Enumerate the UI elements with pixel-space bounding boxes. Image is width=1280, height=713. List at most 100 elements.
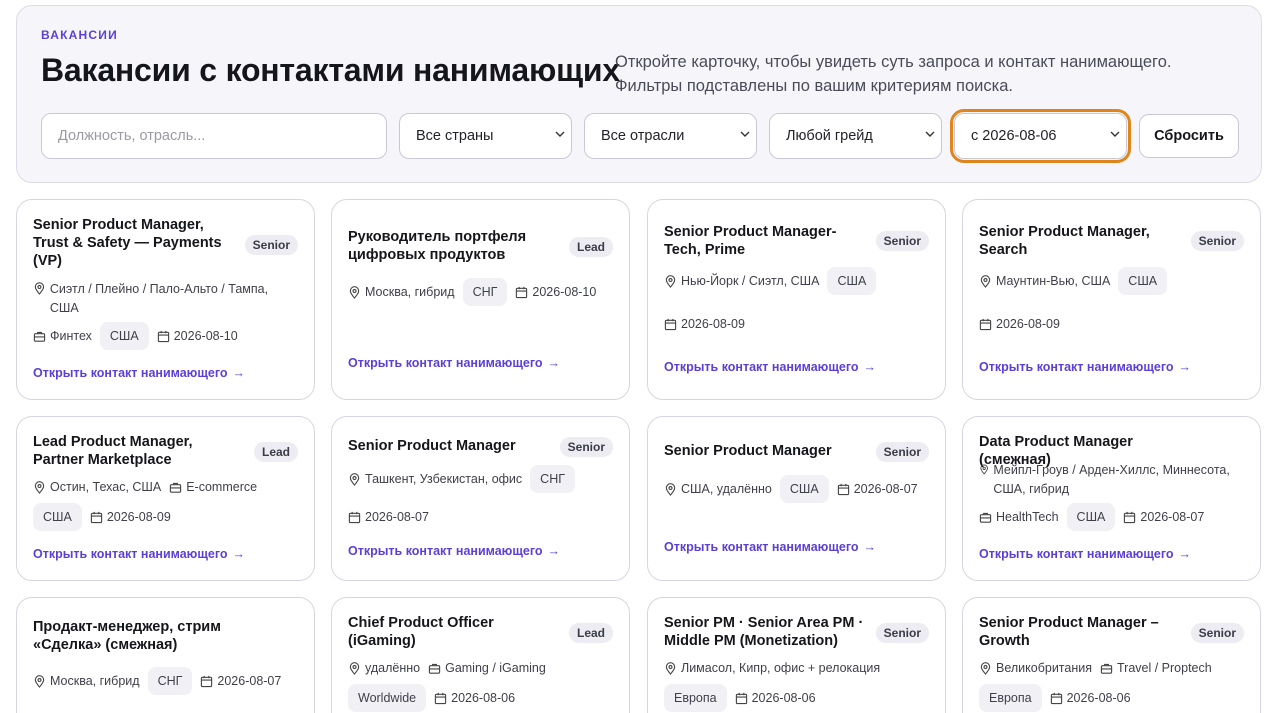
industry-text: E-commerce bbox=[186, 480, 258, 494]
meta-line: Москва, гибрид СНГ 2026-08-10 bbox=[348, 278, 596, 306]
calendar-icon bbox=[1124, 511, 1136, 523]
briefcase-icon bbox=[1100, 663, 1113, 674]
industry: E-commerce bbox=[169, 480, 257, 494]
vacancy-card[interactable]: Lead Product Manager, Partner Marketplac… bbox=[16, 416, 315, 581]
vacancy-card[interactable]: Руководитель портфеля цифровых продуктов… bbox=[331, 199, 630, 400]
meta-line: Остин, Техас, США E-commerce bbox=[33, 473, 257, 501]
posted-date-text: 2026-08-10 bbox=[532, 285, 597, 299]
grade-badge: Senior bbox=[559, 437, 613, 457]
industry: HealthTech bbox=[979, 510, 1059, 524]
meta-line: Ташкент, Узбекистан, офис СНГ bbox=[348, 465, 575, 493]
vacancy-card[interactable]: Senior Product Manager Senior Ташкент, Узб… bbox=[331, 416, 630, 581]
meta-line: 2026-08-09 bbox=[979, 310, 1060, 338]
arrow-right-icon: → bbox=[232, 366, 246, 380]
open-contact-link[interactable]: Открыть контакт нанимающего → bbox=[979, 547, 1191, 561]
region-chip: Европа bbox=[664, 684, 727, 712]
industry-text: Travel / Proptech bbox=[1117, 661, 1212, 675]
industry-text: HealthTech bbox=[996, 510, 1059, 524]
country-select[interactable]: Все страны bbox=[399, 113, 572, 159]
briefcase-icon bbox=[170, 482, 182, 493]
arrow-right-icon: → bbox=[547, 356, 561, 370]
industry-text: Gaming / iGaming bbox=[445, 661, 546, 675]
location: Мейпл-Гроув / Арден-Хиллс, Миннесота, СШ… bbox=[979, 463, 1244, 499]
posted-date: 2026-08-06 bbox=[1050, 691, 1131, 705]
location-text: Великобритания bbox=[996, 661, 1092, 675]
region-chip: СНГ bbox=[462, 278, 508, 306]
open-contact-link[interactable]: Открыть контакт нанимающего → bbox=[664, 360, 876, 374]
location-text: Маунтин-Вью, США bbox=[996, 274, 1111, 288]
briefcase-icon bbox=[979, 512, 992, 523]
vacancy-card[interactable]: Продакт-менеджер, стрим «Сделка» (смежна… bbox=[16, 597, 315, 713]
country-select-value: Все страны bbox=[416, 128, 494, 144]
reset-button[interactable]: Сбросить bbox=[1139, 114, 1239, 158]
meta-line: Великобритания Travel / Proptech bbox=[979, 654, 1212, 682]
vacancy-title: Lead Product Manager, Partner Marketplac… bbox=[33, 434, 193, 468]
calendar-icon bbox=[434, 692, 447, 704]
vacancy-title: Chief Product Officer (iGaming) bbox=[348, 615, 494, 649]
posted-date-text: 2026-08-09 bbox=[106, 510, 171, 524]
location: США, удалённо bbox=[664, 482, 772, 496]
vacancy-card[interactable]: Senior Product Manager – Growth Senior Вел… bbox=[962, 597, 1261, 713]
grade-badge: Senior bbox=[1190, 623, 1244, 643]
vacancy-title: Руководитель портфеля цифровых продуктов bbox=[348, 229, 527, 263]
posted-date-text: 2026-08-07 bbox=[217, 674, 282, 688]
open-contact-link-text: Открыть контакт нанимающего bbox=[979, 360, 1174, 374]
location-text: удалённо bbox=[365, 661, 421, 675]
industry: Travel / Proptech bbox=[1100, 661, 1212, 675]
region-chip: США bbox=[779, 475, 829, 503]
open-contact-link[interactable]: Открыть контакт нанимающего → bbox=[348, 356, 560, 370]
open-contact-link[interactable]: Открыть контакт нанимающего → bbox=[33, 547, 245, 561]
vacancy-card[interactable]: Senior Product Manager-Tech, Prime Senior… bbox=[647, 199, 946, 400]
open-contact-link-text: Открыть контакт нанимающего bbox=[664, 540, 859, 554]
chevron-down-icon bbox=[740, 131, 750, 137]
meta-line: Европа 2026-08-06 bbox=[979, 684, 1131, 712]
location: Сиэтл / Плейно / Пало-Альто / Тампа, США bbox=[33, 282, 298, 318]
open-contact-link-text: Открыть контакт нанимающего bbox=[348, 356, 543, 370]
grade-badge: Lead bbox=[253, 442, 298, 462]
calendar-icon bbox=[1050, 692, 1062, 704]
region-chip: Европа bbox=[979, 684, 1042, 712]
posted-date-text: 2026-08-10 bbox=[173, 329, 238, 343]
grade-select-value: Любой грейд bbox=[786, 128, 873, 144]
vacancy-card[interactable]: Senior Product Manager Senior США, удалённ… bbox=[647, 416, 946, 581]
search-placeholder: Должность, отрасль... bbox=[58, 128, 206, 144]
vacancy-card[interactable]: Senior PM · Senior Area PM · Middle PM (… bbox=[647, 597, 946, 713]
industry-text: Финтех bbox=[50, 329, 92, 343]
vacancy-title: Senior Product Manager, Search bbox=[979, 224, 1150, 258]
location-text: Ташкент, Узбекистан, офис bbox=[365, 472, 523, 486]
vacancy-card[interactable]: Senior Product Manager, Search Senior Маун… bbox=[962, 199, 1261, 400]
meta-line: США 2026-08-09 bbox=[33, 503, 171, 531]
region-chip: СНГ bbox=[147, 667, 193, 695]
posted-date: 2026-08-09 bbox=[979, 317, 1060, 331]
location-pin-icon bbox=[34, 282, 45, 295]
open-contact-link[interactable]: Открыть контакт нанимающего → bbox=[33, 366, 245, 380]
industry-select[interactable]: Все отрасли bbox=[584, 113, 757, 159]
search-input[interactable]: Должность, отрасль... bbox=[41, 113, 387, 159]
open-contact-link-text: Открыть контакт нанимающего bbox=[33, 366, 228, 380]
grade-select[interactable]: Любой грейд bbox=[769, 113, 942, 159]
region-chip: США bbox=[1066, 503, 1116, 531]
location-pin-icon bbox=[980, 661, 991, 675]
date-select[interactable]: с 2026-08-06 bbox=[950, 109, 1131, 163]
open-contact-link[interactable]: Открыть контакт нанимающего → bbox=[979, 360, 1191, 374]
grade-badge: Senior bbox=[875, 442, 929, 462]
location-pin-icon bbox=[980, 274, 991, 288]
vacancy-card[interactable]: Data Product Manager (смежная) Мейпл-Гроу… bbox=[962, 416, 1261, 581]
posted-date-text: 2026-08-07 bbox=[365, 510, 429, 524]
open-contact-link[interactable]: Открыть контакт нанимающего → bbox=[664, 540, 876, 554]
grade-badge: Lead bbox=[568, 623, 613, 643]
posted-date: 2026-08-07 bbox=[837, 482, 918, 496]
meta-line: 2026-08-09 bbox=[664, 310, 745, 338]
open-contact-link[interactable]: Открыть контакт нанимающего → bbox=[348, 544, 560, 558]
vacancy-card[interactable]: Senior Product Manager, Trust & Safety —… bbox=[16, 199, 315, 400]
vacancy-card[interactable]: Chief Product Officer (iGaming) Lead удалё… bbox=[331, 597, 630, 713]
date-select-value: с 2026-08-06 bbox=[971, 128, 1057, 144]
location-pin-icon bbox=[665, 661, 676, 675]
open-contact-link-text: Открыть контакт нанимающего bbox=[33, 547, 228, 561]
posted-date-text: 2026-08-06 bbox=[751, 691, 816, 705]
location-text: Остин, Техас, США bbox=[50, 480, 162, 494]
meta-line: Лимасол, Кипр, офис + релокация bbox=[664, 654, 880, 682]
region-chip: США bbox=[827, 267, 877, 295]
region-chip: США bbox=[99, 322, 149, 350]
intro-text: Откройте карточку, чтобы увидеть суть за… bbox=[615, 53, 1172, 95]
